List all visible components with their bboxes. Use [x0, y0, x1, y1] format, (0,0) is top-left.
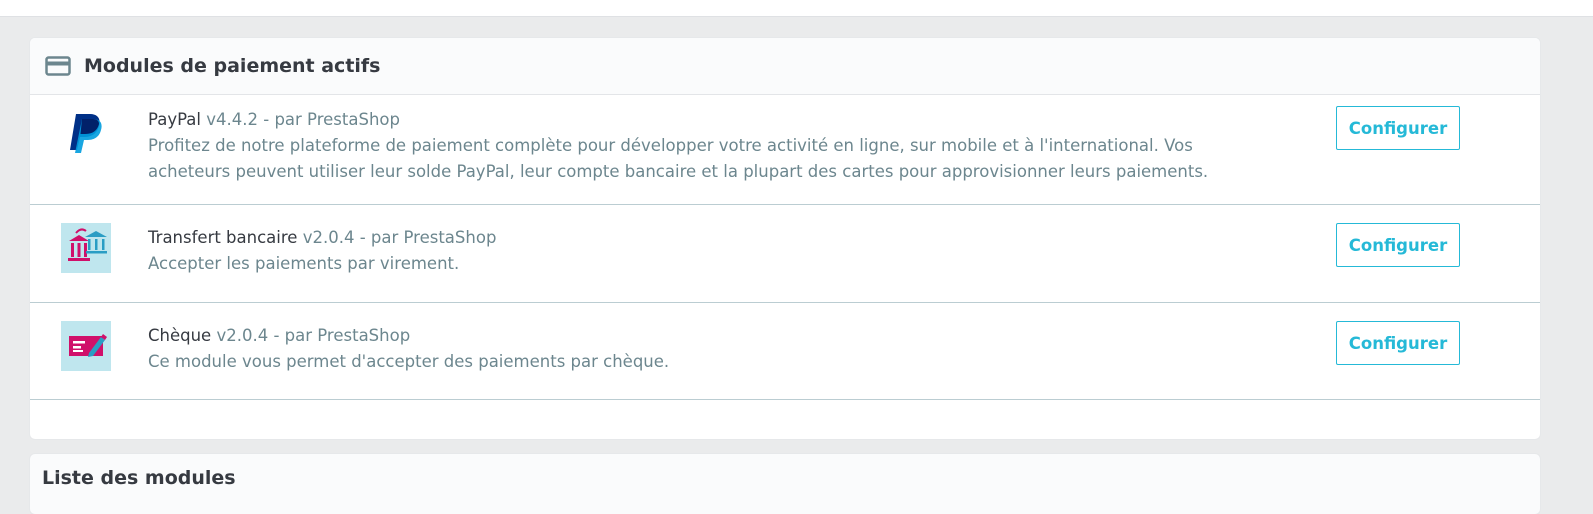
module-row-bank-transfer: Transfert bancaire v2.0.4 - par PrestaSh…	[30, 205, 1540, 303]
modules-list-panel: Liste des modules	[30, 454, 1540, 514]
configure-bank-transfer-button[interactable]: Configurer	[1336, 223, 1460, 267]
configure-paypal-button[interactable]: Configurer	[1336, 106, 1460, 150]
panel-title: Modules de paiement actifs	[84, 55, 381, 77]
panel-header: Modules de paiement actifs	[30, 38, 1540, 95]
bank-transfer-logo-icon	[61, 223, 111, 273]
active-payment-modules-panel: Modules de paiement actifs PayPal v4.4.2…	[30, 38, 1540, 439]
top-bar	[0, 0, 1593, 17]
module-row-cheque: Chèque v2.0.4 - par PrestaShop Ce module…	[30, 303, 1540, 400]
module-info: PayPal v4.4.2 - par PrestaShop Profitez …	[148, 107, 1268, 185]
module-version: v2.0.4 - par PrestaShop	[216, 326, 411, 345]
module-description: Profitez de notre plateforme de paiement…	[148, 136, 1209, 181]
module-version: v4.4.2 - par PrestaShop	[206, 110, 400, 129]
credit-card-icon	[45, 55, 71, 77]
cheque-logo-icon	[61, 321, 111, 371]
panel-title: Liste des modules	[42, 467, 236, 489]
module-description: Ce module vous permet d'accepter des pai…	[148, 352, 670, 371]
module-info: Transfert bancaire v2.0.4 - par PrestaSh…	[148, 225, 1268, 277]
module-row-paypal: PayPal v4.4.2 - par PrestaShop Profitez …	[30, 95, 1540, 205]
module-name: PayPal	[148, 110, 201, 129]
module-info: Chèque v2.0.4 - par PrestaShop Ce module…	[148, 323, 1268, 375]
configure-cheque-button[interactable]: Configurer	[1336, 321, 1460, 365]
module-name: Chèque	[148, 326, 212, 345]
paypal-logo-icon	[61, 107, 111, 157]
module-name: Transfert bancaire	[148, 228, 298, 247]
module-version: v2.0.4 - par PrestaShop	[302, 228, 497, 247]
module-description: Accepter les paiements par virement.	[148, 254, 460, 273]
